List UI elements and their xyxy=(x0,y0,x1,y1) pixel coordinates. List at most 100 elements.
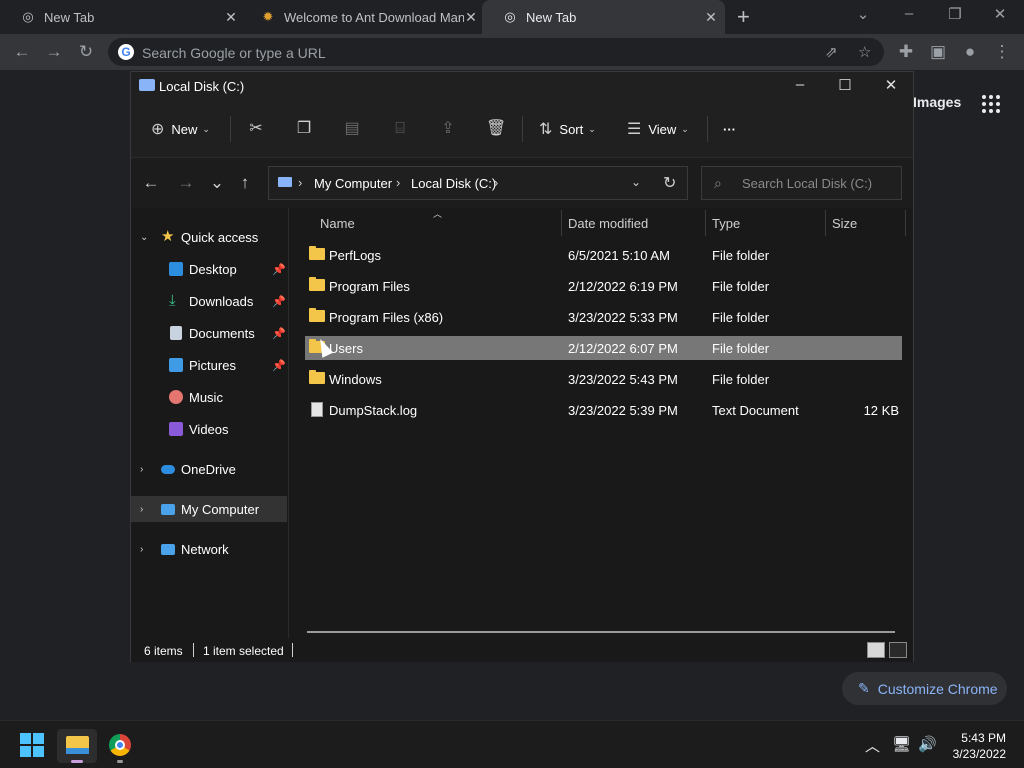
sidebar-item-videos[interactable]: Videos xyxy=(131,416,287,442)
up-icon[interactable]: ↑ xyxy=(235,173,255,193)
large-icons-view-icon[interactable] xyxy=(889,642,907,658)
network-icon[interactable]: 🖥 xyxy=(892,735,911,753)
sidebar-item-quick-access[interactable]: ⌄ ★ Quick access xyxy=(131,224,287,250)
breadcrumb-local-disk[interactable]: Local Disk (C:) xyxy=(411,176,496,191)
images-link[interactable]: Images xyxy=(913,94,961,110)
breadcrumb-my-computer[interactable]: My Computer xyxy=(314,176,392,191)
file-row[interactable]: PerfLogs 6/5/2021 5:10 AM File folder xyxy=(305,243,902,267)
column-divider[interactable] xyxy=(825,210,826,236)
column-header-name[interactable]: Name xyxy=(320,216,355,231)
search-placeholder: Search Local Disk (C:) xyxy=(742,176,873,191)
folder-icon xyxy=(309,370,325,384)
chevron-up-icon[interactable]: ︿ xyxy=(865,735,880,756)
file-date-modified: 3/23/2022 5:43 PM xyxy=(568,372,678,387)
tab-search-icon[interactable]: ⌄ xyxy=(853,5,873,23)
sort-button[interactable]: ⇅ Sort ⌄ xyxy=(539,119,596,139)
close-icon[interactable]: ✕ xyxy=(703,9,719,25)
pin-icon[interactable]: 📌 xyxy=(272,295,286,308)
plus-circle-icon: ⊕ xyxy=(151,121,165,138)
sidebar-item-music[interactable]: Music xyxy=(131,384,287,410)
view-list-icon: ☰ xyxy=(627,121,642,138)
file-row[interactable]: Windows 3/23/2022 5:43 PM File folder xyxy=(305,367,902,391)
sidebar-label: Documents xyxy=(189,325,255,341)
file-row[interactable]: Users 2/12/2022 6:07 PM File folder xyxy=(305,336,902,360)
ant-icon: ✹ xyxy=(262,9,274,24)
sidebar-item-documents[interactable]: Documents 📌 xyxy=(131,320,287,346)
paste-icon[interactable]: ▤ xyxy=(342,119,362,139)
restore-icon[interactable]: ❐ xyxy=(945,5,965,23)
customize-chrome-button[interactable]: ✎ Customize Chrome xyxy=(842,672,1007,705)
column-divider[interactable] xyxy=(561,210,562,236)
sidebar-item-pictures[interactable]: Pictures 📌 xyxy=(131,352,287,378)
chrome-taskbar-button[interactable] xyxy=(100,729,140,763)
system-clock[interactable]: 5:43 PM 3/23/2022 xyxy=(930,730,1006,762)
search-input[interactable]: ⌕ Search Local Disk (C:) xyxy=(701,166,902,200)
details-view-icon[interactable] xyxy=(867,642,885,658)
refresh-icon[interactable]: ↻ xyxy=(663,173,676,193)
forward-icon[interactable]: → xyxy=(176,173,196,193)
close-icon[interactable]: ✕ xyxy=(463,9,479,25)
address-dropdown-icon[interactable]: ⌄ xyxy=(631,175,641,189)
file-type: File folder xyxy=(712,341,770,356)
clock-time: 5:43 PM xyxy=(961,731,1006,745)
column-header-size[interactable]: Size xyxy=(832,216,857,231)
bookmark-star-icon[interactable]: ☆ xyxy=(858,43,871,61)
omnibox[interactable]: G Search Google or type a URL ⇗ ☆ xyxy=(108,38,884,66)
new-tab-button[interactable]: + xyxy=(737,6,750,28)
chevron-down-icon: ⌄ xyxy=(588,123,596,134)
profile-icon[interactable]: ● xyxy=(960,42,980,62)
rename-icon[interactable]: ⌸ xyxy=(390,119,410,139)
back-icon[interactable]: ← xyxy=(12,42,32,62)
file-row[interactable]: DumpStack.log 3/23/2022 5:39 PM Text Docum… xyxy=(305,398,902,422)
column-header-type[interactable]: Type xyxy=(712,216,740,231)
computer-icon xyxy=(278,177,292,187)
sidebar-item-my-computer[interactable]: › My Computer xyxy=(131,496,287,522)
forward-icon[interactable]: → xyxy=(44,42,64,62)
tab-new-tab-1[interactable]: ◎ New Tab ✕ xyxy=(0,0,245,34)
column-header-date[interactable]: Date modified xyxy=(568,216,648,231)
menu-icon[interactable]: ⋮ xyxy=(992,42,1012,62)
reload-icon[interactable]: ↻ xyxy=(76,42,96,62)
file-explorer-taskbar-button[interactable] xyxy=(57,729,97,763)
sidebar-item-desktop[interactable]: Desktop 📌 xyxy=(131,256,287,282)
tab-ant-download-manager[interactable]: ✹ Welcome to Ant Download Manager ✕ xyxy=(240,0,485,34)
sidebar-item-downloads[interactable]: ⤓ Downloads 📌 xyxy=(131,288,287,314)
maximize-icon[interactable]: ☐ xyxy=(830,76,860,94)
windows-start-icon[interactable] xyxy=(20,733,44,757)
close-icon[interactable]: ✕ xyxy=(876,76,906,94)
column-divider[interactable] xyxy=(705,210,706,236)
search-icon: ⌕ xyxy=(714,175,722,191)
new-button[interactable]: ⊕ New ⌄ xyxy=(151,119,210,139)
computer-icon xyxy=(161,503,175,515)
close-icon[interactable]: ✕ xyxy=(223,9,239,25)
pin-icon[interactable]: 📌 xyxy=(272,359,286,372)
pin-icon[interactable]: 📌 xyxy=(272,327,286,340)
view-button[interactable]: ☰ View ⌄ xyxy=(627,119,689,139)
file-type: File folder xyxy=(712,248,770,263)
back-icon[interactable]: ← xyxy=(141,173,161,193)
close-icon[interactable]: ✕ xyxy=(990,5,1010,23)
file-row[interactable]: Program Files (x86) 3/23/2022 5:33 PM File… xyxy=(305,305,902,329)
apps-grid-icon[interactable] xyxy=(982,95,1000,113)
share-icon[interactable]: ⇗ xyxy=(825,43,838,61)
horizontal-scrollbar[interactable] xyxy=(307,631,895,633)
column-divider[interactable] xyxy=(905,210,906,236)
file-row[interactable]: Program Files 2/12/2022 6:19 PM File folde… xyxy=(305,274,902,298)
address-bar[interactable]: › My Computer › Local Disk (C:) › ⌄ ↻ xyxy=(268,166,688,200)
extensions-icon[interactable]: ✚ xyxy=(896,42,916,62)
minimize-icon[interactable]: – xyxy=(899,5,919,22)
sidebar-item-network[interactable]: › Network xyxy=(131,536,287,562)
sidebar-item-onedrive[interactable]: › OneDrive xyxy=(131,456,287,482)
cut-icon[interactable]: ✂ xyxy=(246,119,266,139)
file-name: Program Files xyxy=(329,279,410,294)
side-panel-icon[interactable]: ▣ xyxy=(928,42,948,62)
copy-icon[interactable]: ❐ xyxy=(294,119,314,139)
pin-icon[interactable]: 📌 xyxy=(272,263,286,276)
more-options-button[interactable]: ··· xyxy=(723,119,736,139)
minimize-icon[interactable]: – xyxy=(785,76,815,93)
chevron-right-icon: › xyxy=(494,175,499,190)
share-icon[interactable]: ⇪ xyxy=(438,119,458,139)
recent-locations-icon[interactable]: ⌄ xyxy=(207,173,227,193)
tab-new-tab-active[interactable]: ◎ New Tab ✕ xyxy=(482,0,725,34)
delete-icon[interactable]: 🗑 xyxy=(486,119,506,139)
